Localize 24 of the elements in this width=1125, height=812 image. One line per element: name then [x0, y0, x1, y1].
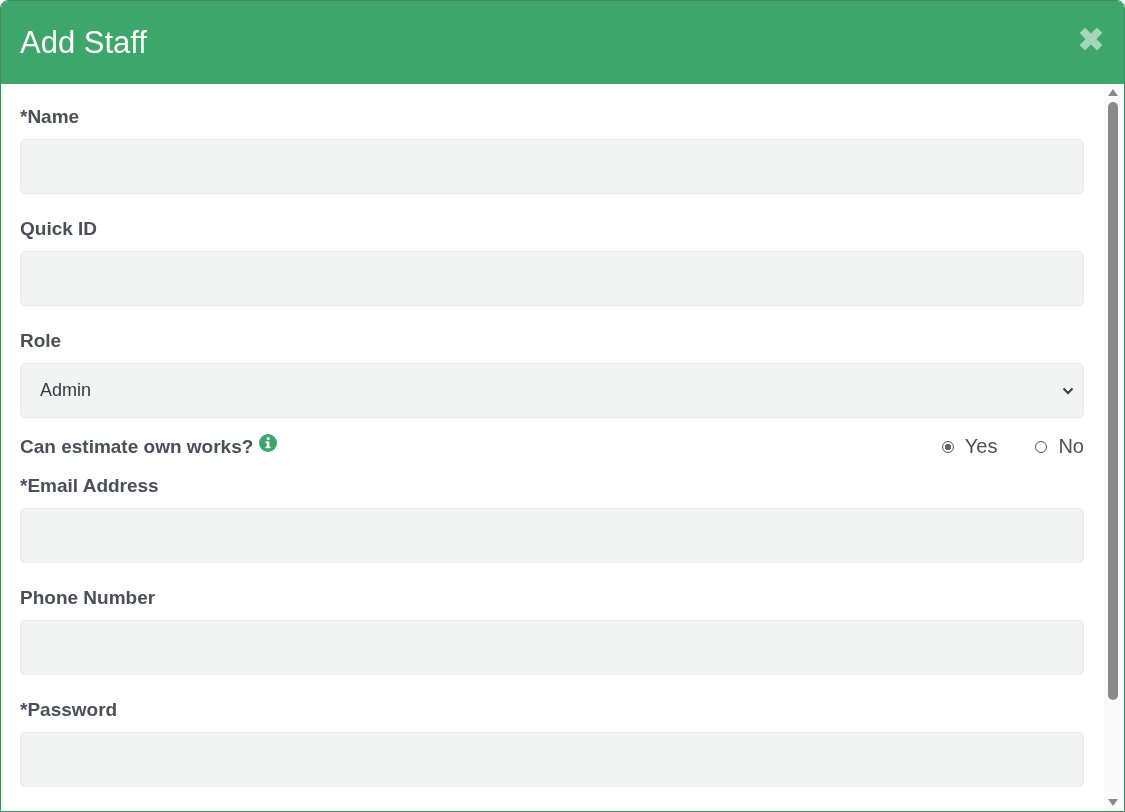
input-field[interactable] — [20, 620, 1084, 675]
input-field[interactable] — [20, 139, 1084, 194]
field-label: Can estimate own works? — [20, 435, 254, 458]
scrollbar-thumb[interactable] — [1108, 102, 1118, 700]
role-dropdown[interactable]: Admin — [20, 363, 1084, 418]
info-icon[interactable] — [259, 433, 278, 452]
radio-button[interactable] — [1035, 440, 1048, 453]
scrollbar[interactable] — [1104, 84, 1122, 811]
dialog-title: Add Staff — [20, 24, 147, 61]
field-label: Role — [20, 330, 63, 352]
field-label: Phone Number — [20, 587, 157, 609]
chevron-down-icon — [1062, 386, 1074, 395]
scroll-down-icon[interactable] — [1108, 799, 1118, 807]
radio-option[interactable]: Yes — [941, 435, 998, 458]
input-field[interactable] — [20, 251, 1084, 306]
field-label: *Name — [20, 106, 81, 128]
field-label: *Email Address — [20, 475, 160, 497]
field-label: *Password — [20, 699, 119, 721]
scroll-up-icon[interactable] — [1108, 88, 1118, 96]
input-field[interactable] — [20, 508, 1084, 563]
field-label: Quick ID — [20, 218, 99, 240]
radio-option[interactable]: No — [1035, 435, 1084, 458]
input-field[interactable] — [20, 732, 1084, 787]
radio-button[interactable] — [941, 440, 954, 453]
